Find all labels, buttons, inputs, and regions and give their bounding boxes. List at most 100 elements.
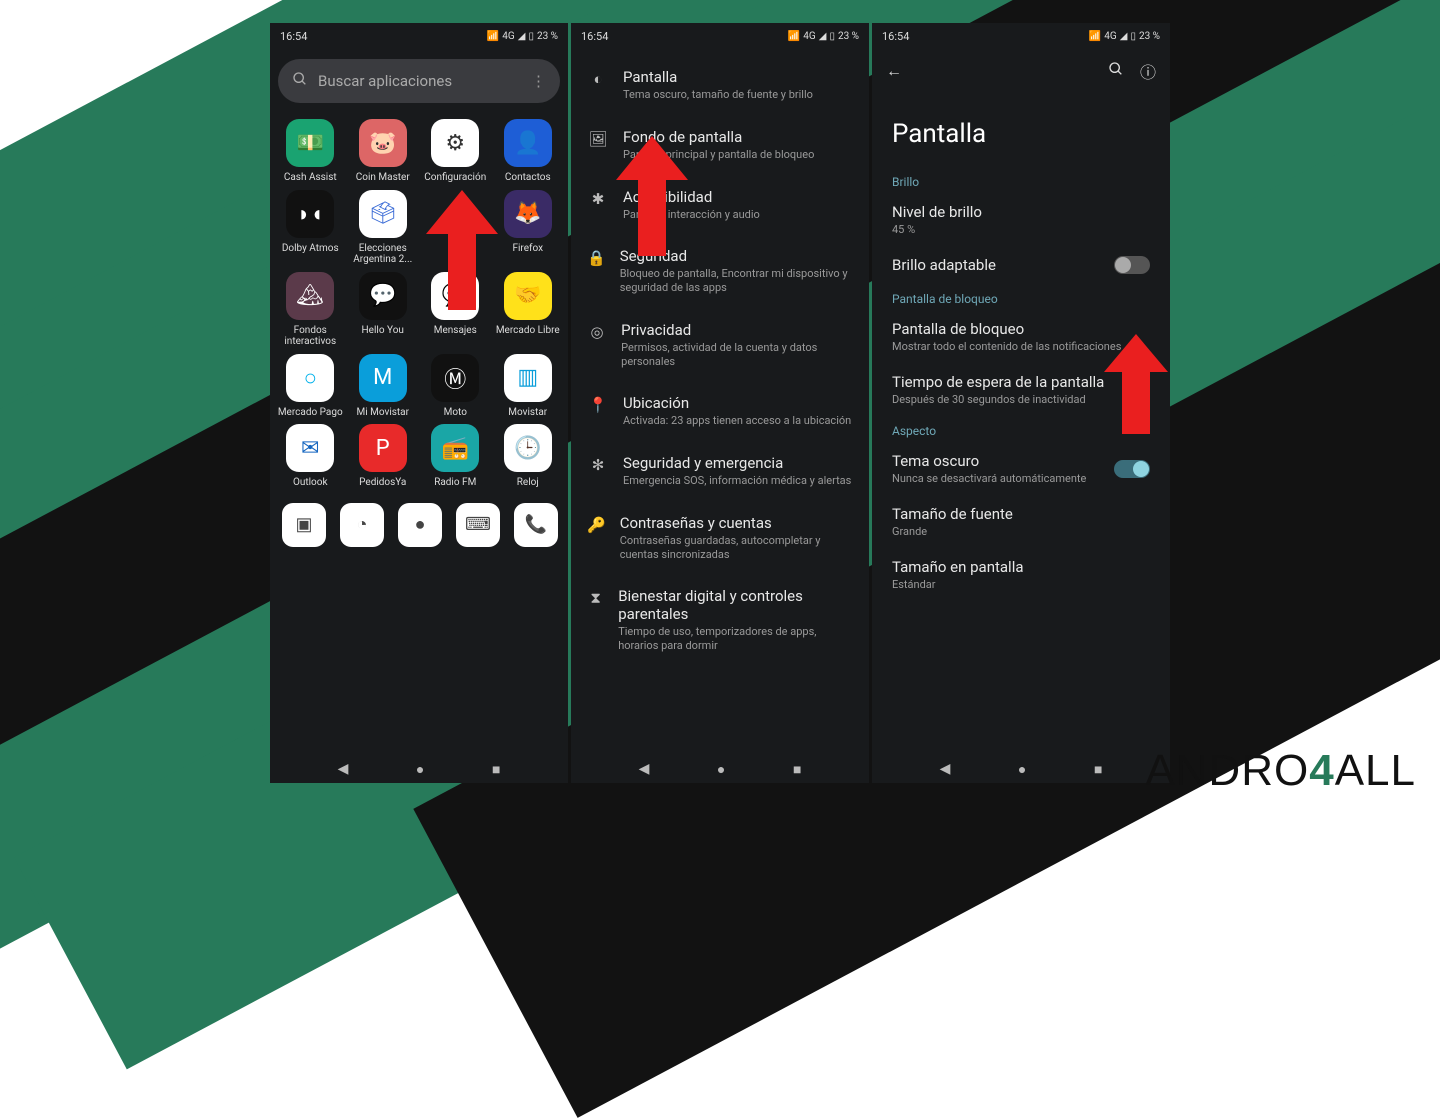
app-label: Moto (444, 407, 467, 419)
battery-icon: ▯ (829, 31, 835, 42)
app-movistar[interactable]: ▥Movistar (492, 354, 565, 419)
nav-recent-icon[interactable]: ■ (793, 761, 801, 778)
pref-tema-oscuro[interactable]: Tema oscuroNunca se desactivará automáti… (872, 442, 1170, 495)
setting-subtitle: Permisos, actividad de la cuenta y datos… (621, 341, 853, 369)
pref-title: Nivel de brillo (892, 203, 982, 221)
app-firefox[interactable]: 🦊Firefox (492, 190, 565, 266)
wifi-icon: 📶 (487, 31, 499, 42)
nav-back-icon[interactable]: ◀ (338, 761, 349, 777)
partial-app-icon[interactable]: ● (398, 503, 442, 547)
setting-subtitle: Contraseñas guardadas, autocompletar y c… (620, 534, 853, 562)
app-mercado-libre[interactable]: 🤝 Mercado Libre (492, 272, 565, 348)
setting-bienestar-digital-y-controles-parentales[interactable]: ⧗Bienestar digital y controles parentale… (571, 574, 869, 666)
app-hello-you[interactable]: 💬Hello You (347, 272, 420, 348)
app-label: Elecciones Argentina 2... (349, 243, 417, 266)
app-fondos-interactivos[interactable]: 🏔Fondos interactivos (274, 272, 347, 348)
setting-icon: 🔑 (587, 514, 606, 562)
setting-icon: 🔒 (587, 247, 606, 295)
partial-app-icon[interactable]: ◔ (340, 503, 384, 547)
app-icon: ▥ (504, 354, 552, 402)
nav-bar: ◀ ● ■ (270, 755, 568, 783)
nav-recent-icon[interactable]: ■ (492, 761, 500, 778)
more-icon[interactable]: ⋮ (531, 72, 546, 90)
setting-subtitle: Activada: 23 apps tienen acceso a la ubi… (623, 414, 851, 428)
nav-home-icon[interactable]: ● (1018, 761, 1026, 778)
nav-back-icon[interactable]: ◀ (639, 761, 650, 777)
toggle-switch[interactable] (1114, 460, 1150, 478)
setting-title: Privacidad (621, 321, 853, 339)
signal-icon: ◢ (518, 31, 526, 42)
partial-app-icon[interactable]: ⌨ (456, 503, 500, 547)
app-label: PedidosYa (359, 477, 406, 489)
display-header: ← ⓘ (872, 49, 1170, 93)
pref-brillo-adaptable[interactable]: Brillo adaptable (872, 246, 1170, 284)
setting-seguridad-y-emergencia[interactable]: ✻Seguridad y emergenciaEmergencia SOS, i… (571, 441, 869, 501)
signal-icon: ◢ (819, 31, 827, 42)
setting-pantalla[interactable]: ◐PantallaTema oscuro, tamaño de fuente y… (571, 55, 869, 115)
app-label: Coin Master (356, 172, 410, 184)
battery-text: 23 % (838, 31, 859, 42)
app-pedidosya[interactable]: PPedidosYa (347, 424, 420, 489)
pref-title: Brillo adaptable (892, 256, 996, 274)
toggle-switch[interactable] (1114, 256, 1150, 274)
app-configuraci-n[interactable]: ⚙Configuración (419, 119, 492, 184)
app-label: Cash Assist (284, 172, 337, 184)
arrow-annotation-2 (616, 136, 688, 256)
setting-icon: ✱ (587, 188, 609, 222)
section-label: Pantalla de bloqueo (872, 284, 1170, 310)
app-mercado-pago[interactable]: ○Mercado Pago (274, 354, 347, 419)
pref-tama-o-en-pantalla[interactable]: Tamaño en pantallaEstándar (872, 548, 1170, 601)
app-cash-assist[interactable]: 💵Cash Assist (274, 119, 347, 184)
app-dolby-atmos[interactable]: ◗◖ Dolby Atmos (274, 190, 347, 266)
back-icon[interactable]: ← (886, 61, 902, 81)
nav-bar: ◀ ● ■ (872, 755, 1170, 783)
search-apps-input[interactable]: Buscar aplicaciones ⋮ (278, 59, 560, 103)
setting-ubicaci-n[interactable]: 📍UbicaciónActivada: 23 apps tienen acces… (571, 381, 869, 441)
pref-subtitle: Grande (892, 525, 1013, 538)
app-outlook[interactable]: ✉Outlook (274, 424, 347, 489)
pref-tama-o-de-fuente[interactable]: Tamaño de fuente Grande (872, 495, 1170, 548)
signal-text: 4G (1104, 31, 1116, 42)
pref-nivel-de-brillo[interactable]: Nivel de brillo45 % (872, 193, 1170, 246)
status-right: 📶 4G ◢ ▯ 23 % (1089, 31, 1160, 42)
partial-app-icon[interactable]: 📞 (514, 503, 558, 547)
app-icon: 🦊 (504, 190, 552, 238)
app-icon: 🕒 (504, 424, 552, 472)
pref-title: Tamaño de fuente (892, 505, 1013, 523)
app-elecciones-argentina-2-[interactable]: 🗳Elecciones Argentina 2... (347, 190, 420, 266)
search-icon[interactable] (1108, 61, 1124, 81)
nav-recent-icon[interactable]: ■ (1094, 761, 1102, 778)
app-label: Mensajes (434, 325, 477, 337)
help-icon[interactable]: ⓘ (1140, 59, 1156, 83)
app-icon: 🤝 (504, 272, 552, 320)
app-coin-master[interactable]: 🐷Coin Master (347, 119, 420, 184)
app-contactos[interactable]: 👤Contactos (492, 119, 565, 184)
nav-home-icon[interactable]: ● (416, 761, 424, 778)
pref-subtitle: Después de 30 segundos de inactividad (892, 393, 1104, 406)
setting-icon: 📍 (587, 394, 609, 428)
pref-title: Pantalla de bloqueo (892, 320, 1121, 338)
setting-contrase-as-y-cuentas[interactable]: 🔑Contraseñas y cuentasContraseñas guarda… (571, 501, 869, 575)
status-right: 📶 4G ◢ ▯ 23 % (487, 31, 558, 42)
status-bar: 16:54 📶 4G ◢ ▯ 23 % (571, 23, 869, 49)
app-moto[interactable]: ⓂMoto (419, 354, 492, 419)
arrow-annotation-1 (426, 190, 498, 310)
andro4all-logo: ANDRO4ALL (1145, 746, 1416, 796)
pref-title: Tamaño en pantalla (892, 558, 1024, 576)
app-reloj[interactable]: 🕒 Reloj (492, 424, 565, 489)
app-label: Mi Movistar (356, 407, 409, 419)
app-icon: ◗◖ (286, 190, 334, 238)
setting-icon: ⧗ (587, 587, 604, 653)
app-label: Dolby Atmos (282, 243, 339, 255)
app-label: Radio FM (434, 477, 476, 489)
app-radio-fm[interactable]: 📻Radio FM (419, 424, 492, 489)
app-icon: 👤 (504, 119, 552, 167)
app-icon: ✉ (286, 424, 334, 472)
app-label: Reloj (517, 477, 539, 489)
partial-app-icon[interactable]: ▣ (282, 503, 326, 547)
app-mi-movistar[interactable]: MMi Movistar (347, 354, 420, 419)
app-label: Mercado Libre (496, 325, 560, 337)
nav-back-icon[interactable]: ◀ (940, 761, 951, 777)
nav-home-icon[interactable]: ● (717, 761, 725, 778)
setting-privacidad[interactable]: ◎PrivacidadPermisos, actividad de la cue… (571, 308, 869, 382)
